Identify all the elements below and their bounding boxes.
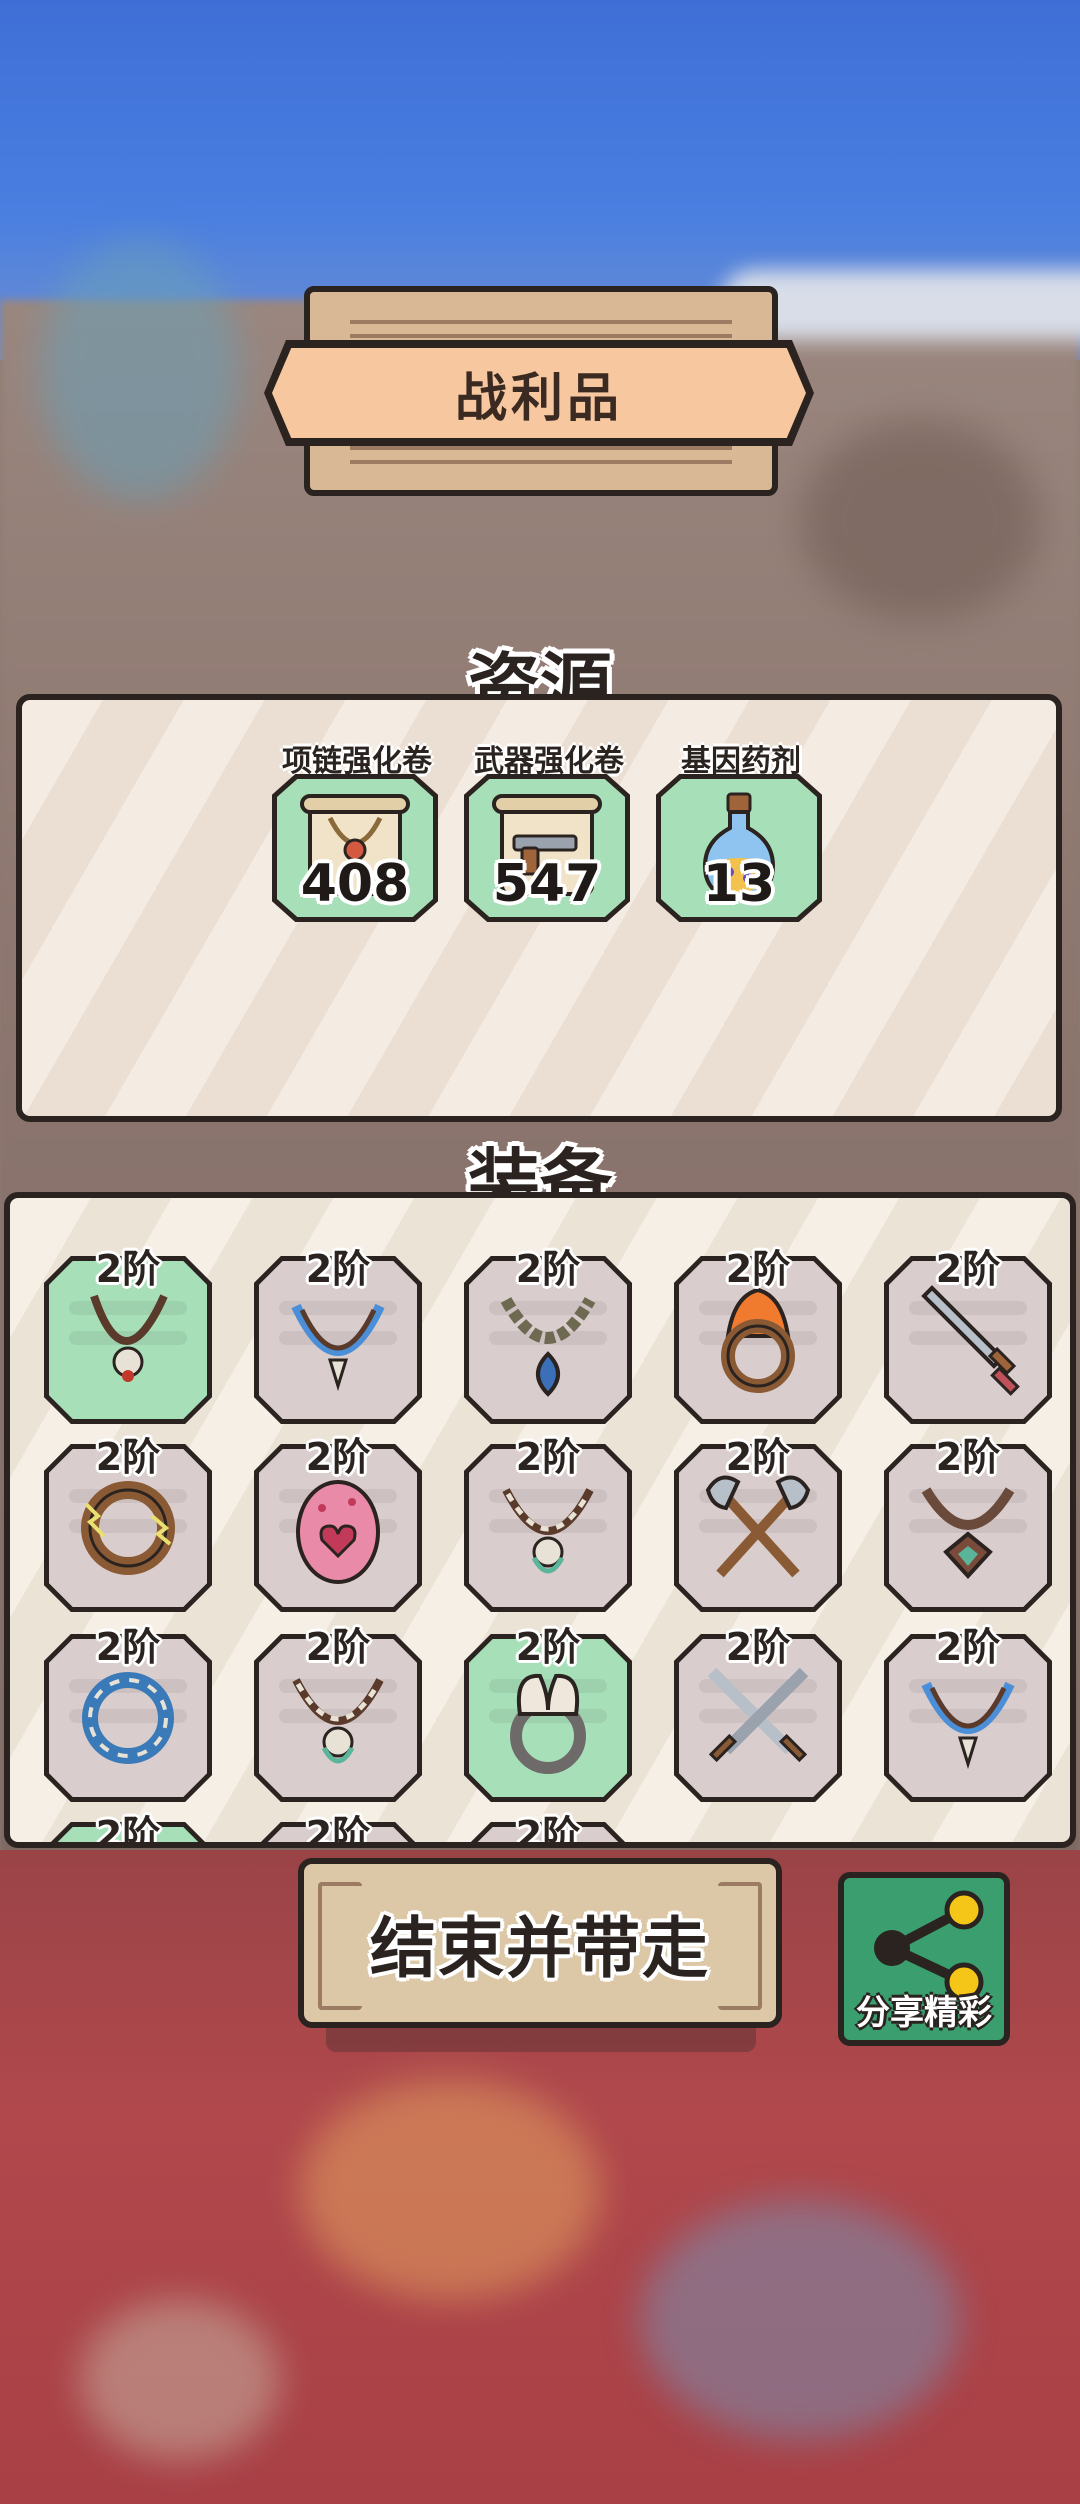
equipment-item[interactable]: 2阶	[464, 1238, 634, 1424]
equipment-item[interactable]: 2阶	[884, 1616, 1054, 1802]
equipment-item[interactable]: 2阶	[464, 1426, 634, 1612]
wave-ring-icon	[82, 1672, 174, 1764]
equipment-tier: 2阶	[725, 1247, 791, 1291]
resource-count: 408	[300, 854, 410, 914]
equipment-tier: 2阶	[95, 1247, 161, 1291]
equipment-item[interactable]: 2阶	[254, 1426, 424, 1612]
resource-count: 13	[702, 854, 776, 914]
end-and-take-button[interactable]: 结束并带走	[298, 1858, 782, 2028]
equipment-tier: 2阶	[515, 1625, 581, 1669]
water-fang-necklace-icon	[291, 1303, 385, 1392]
equipment-tier: 2阶	[515, 1247, 581, 1291]
thunder-ring-icon	[81, 1481, 175, 1575]
ornament	[318, 1882, 362, 2010]
equipment-tier: 2阶	[725, 1435, 791, 1479]
resource-count: 547	[492, 854, 602, 914]
bead-amulet-icon	[500, 1297, 596, 1397]
sword-icon	[921, 1285, 1020, 1396]
equipment-item[interactable]: 2阶	[674, 1238, 844, 1424]
gem-necklace-icon	[921, 1487, 1015, 1579]
equipment-tier: 2阶	[515, 1435, 581, 1479]
equipment-item[interactable]: 2阶	[464, 1804, 634, 1848]
partial-item-icon	[274, 1842, 402, 1848]
bone-necklace-icon	[90, 1294, 168, 1382]
equipment-item[interactable]: 2阶	[674, 1616, 844, 1802]
equipment-tier: 2阶	[95, 1435, 161, 1479]
page-title: 战利品	[454, 368, 623, 429]
equipment-item[interactable]: 2阶	[44, 1238, 214, 1424]
equipment-item[interactable]: 2阶	[464, 1616, 634, 1802]
resource-label: 基因药剂	[681, 744, 801, 779]
end-and-take-label: 结束并带走	[370, 1910, 710, 1987]
ornament	[718, 1882, 762, 2010]
crossed-swords-icon	[707, 1667, 809, 1763]
title-banner: 战利品	[272, 348, 806, 438]
share-button[interactable]: 分享精彩	[838, 1872, 1010, 2046]
equipment-item[interactable]: 2阶	[254, 1804, 424, 1848]
equipment-tier: 2阶	[95, 1625, 161, 1669]
skull-necklace-icon	[502, 1488, 594, 1574]
equipment-item[interactable]: 2阶	[254, 1238, 424, 1424]
equipment-tier: 2阶	[305, 1625, 371, 1669]
equipment-tier: 2阶	[305, 1813, 371, 1848]
equipment-tier: 2阶	[305, 1435, 371, 1479]
skull-necklace-icon	[292, 1678, 384, 1764]
equipment-tier: 2阶	[935, 1247, 1001, 1291]
equipment-tier: 2阶	[935, 1435, 1001, 1479]
crossed-axes-icon	[705, 1475, 811, 1578]
share-label: 分享精彩	[856, 1993, 992, 2033]
equipment-item[interactable]: 2阶	[884, 1426, 1054, 1612]
equipment-item[interactable]: 2阶	[254, 1616, 424, 1802]
water-fang-necklace-icon	[921, 1681, 1015, 1770]
equipment-tier: 2阶	[935, 1625, 1001, 1669]
equipment-item[interactable]: 2阶	[44, 1804, 214, 1848]
equipment-item[interactable]: 2阶	[44, 1426, 214, 1612]
equipment-tier: 2阶	[305, 1247, 371, 1291]
flame-ring-icon	[721, 1287, 795, 1393]
resource-label: 武器强化卷	[474, 744, 624, 779]
heart-egg-icon	[296, 1480, 380, 1584]
equipment-tier: 2阶	[725, 1625, 791, 1669]
equipment-item[interactable]: 2阶	[674, 1426, 844, 1612]
equipment-tier: 2阶	[95, 1813, 161, 1848]
equipment-item[interactable]: 2阶	[884, 1238, 1054, 1424]
equipment-tier: 2阶	[515, 1813, 581, 1848]
resource-label: 项链强化卷	[282, 744, 432, 779]
share-icon	[874, 1890, 984, 2002]
partial-item-icon	[64, 1842, 192, 1848]
partial-item-icon	[484, 1842, 612, 1848]
resources-panel: 项链强化卷 408 武器强化卷 547 基因药剂 13	[16, 694, 1062, 1122]
horn-ring-icon	[510, 1673, 586, 1774]
equipment-panel: 2阶 2阶 2阶 2阶 2阶 2阶 2阶 2阶 2阶 2阶 2阶 2阶 2阶 2阶 2阶 2阶 2阶 2阶	[4, 1192, 1076, 1848]
equipment-item[interactable]: 2阶	[44, 1616, 214, 1802]
